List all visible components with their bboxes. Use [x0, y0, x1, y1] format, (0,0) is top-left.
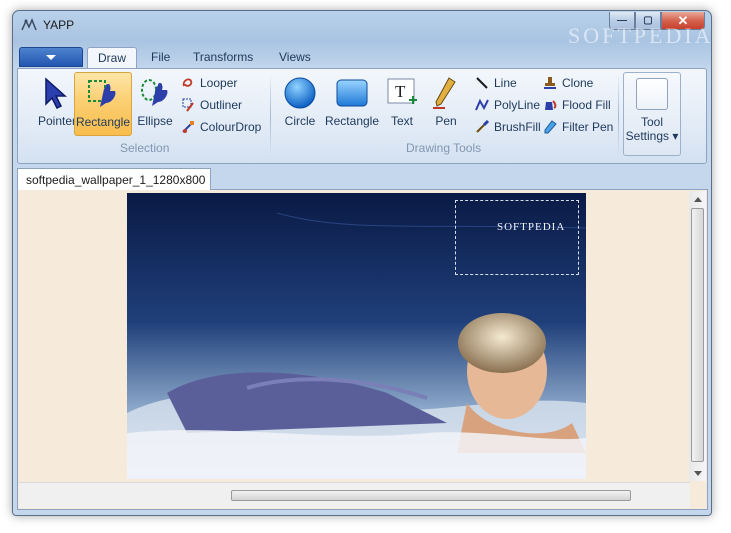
- document-tab[interactable]: softpedia_wallpaper_1_1280x800: [17, 168, 211, 190]
- filter-pen-label: Filter Pen: [562, 120, 614, 134]
- clone-label: Clone: [562, 76, 594, 90]
- circle-tool-button[interactable]: Circle: [280, 72, 320, 136]
- tab-transforms[interactable]: Transforms: [183, 47, 263, 69]
- canvas-viewport[interactable]: SOFTPEDIA: [17, 190, 708, 510]
- group-divider: [618, 73, 619, 157]
- tool-settings-button[interactable]: Tool Settings ▾: [623, 72, 681, 156]
- circle-icon: [284, 77, 316, 109]
- text-tool-label: Text: [390, 114, 413, 128]
- drawing-tools-group-label: Drawing Tools: [406, 141, 482, 155]
- tool-settings-label-2: Settings ▾: [625, 129, 679, 143]
- polyline-label: PolyLine: [494, 98, 541, 112]
- tab-file[interactable]: File: [141, 47, 180, 69]
- vertical-scrollbar[interactable]: [689, 191, 706, 481]
- app-logo-icon: [21, 18, 37, 31]
- polyline-tool-button[interactable]: PolyLine: [474, 95, 540, 115]
- tab-draw[interactable]: Draw: [87, 47, 138, 69]
- clone-stamp-icon: [542, 75, 558, 91]
- rectangle-select-label: Rectangle: [75, 115, 131, 129]
- circle-label: Circle: [284, 114, 316, 128]
- pen-icon: [433, 77, 456, 109]
- horizontal-scroll-thumb[interactable]: [231, 490, 631, 501]
- ellipse-select-button[interactable]: Ellipse: [134, 72, 176, 136]
- horizontal-scrollbar[interactable]: [19, 482, 690, 508]
- flood-fill-icon: [542, 97, 558, 113]
- rectangle-tool-label: Rectangle: [324, 114, 380, 128]
- scroll-down-icon: [693, 470, 702, 476]
- colourdrop-label: ColourDrop: [200, 120, 262, 134]
- flood-fill-label: Flood Fill: [562, 98, 611, 112]
- pen-tool-button[interactable]: Pen: [428, 72, 464, 136]
- tab-views[interactable]: Views: [269, 47, 321, 69]
- scroll-up-button[interactable]: [689, 191, 706, 207]
- ellipse-select-label: Ellipse: [137, 114, 173, 128]
- rectangle-icon: [336, 79, 368, 107]
- brushfill-icon: [474, 119, 490, 135]
- outliner-icon: [180, 97, 196, 113]
- group-divider: [270, 73, 271, 157]
- softpedia-logo-box: [455, 200, 579, 275]
- scroll-down-button[interactable]: [689, 465, 706, 481]
- canvas-image[interactable]: SOFTPEDIA: [127, 193, 586, 479]
- looper-icon: [180, 75, 196, 91]
- document-area: softpedia_wallpaper_1_1280x800 SOFTPEDIA: [17, 168, 708, 510]
- filter-pen-tool-button[interactable]: Filter Pen: [542, 117, 613, 137]
- rectangle-select-button[interactable]: Rectangle: [74, 72, 132, 136]
- ellipse-select-icon: [141, 79, 168, 106]
- brushfill-tool-button[interactable]: BrushFill: [474, 117, 541, 137]
- application-menu-button[interactable]: [19, 47, 83, 67]
- tool-settings-label: Tool: [640, 115, 663, 129]
- line-label: Line: [494, 76, 517, 90]
- brushfill-label: BrushFill: [494, 120, 541, 134]
- text-icon: T: [387, 78, 417, 104]
- outliner-label: Outliner: [200, 98, 243, 112]
- vertical-scroll-thumb[interactable]: [691, 208, 704, 462]
- rectangle-select-icon: [88, 80, 116, 107]
- clone-tool-button[interactable]: Clone: [542, 73, 593, 93]
- softpedia-watermark: SOFTPEDIA: [568, 23, 712, 48]
- softpedia-logo-text: SOFTPEDIA: [497, 221, 566, 233]
- app-window: YAPP — ▢ ✕ Draw File Transforms Views Po…: [12, 10, 712, 516]
- svg-text:T: T: [395, 82, 406, 101]
- rectangle-tool-button[interactable]: Rectangle: [322, 72, 382, 136]
- tool-settings-preview-icon: [636, 78, 668, 110]
- text-tool-button[interactable]: T Text: [384, 72, 420, 136]
- colourdrop-button[interactable]: ColourDrop: [180, 117, 261, 137]
- colourdrop-icon: [180, 119, 196, 135]
- line-icon: [474, 75, 490, 91]
- selection-group-label: Selection: [120, 141, 170, 155]
- ribbon-panel: Pointer Rectangle Ellipse Looper Outline…: [17, 68, 707, 164]
- flood-fill-tool-button[interactable]: Flood Fill: [542, 95, 611, 115]
- line-tool-button[interactable]: Line: [474, 73, 517, 93]
- filter-pen-icon: [542, 119, 558, 135]
- polyline-icon: [474, 97, 490, 113]
- dropdown-caret-icon: [46, 54, 56, 60]
- pen-tool-label: Pen: [435, 114, 457, 128]
- looper-label: Looper: [200, 76, 238, 90]
- scroll-up-icon: [693, 196, 702, 202]
- looper-button[interactable]: Looper: [180, 73, 237, 93]
- pointer-arrow-icon: [45, 77, 67, 110]
- outliner-button[interactable]: Outliner: [180, 95, 242, 115]
- window-title: YAPP: [43, 18, 75, 32]
